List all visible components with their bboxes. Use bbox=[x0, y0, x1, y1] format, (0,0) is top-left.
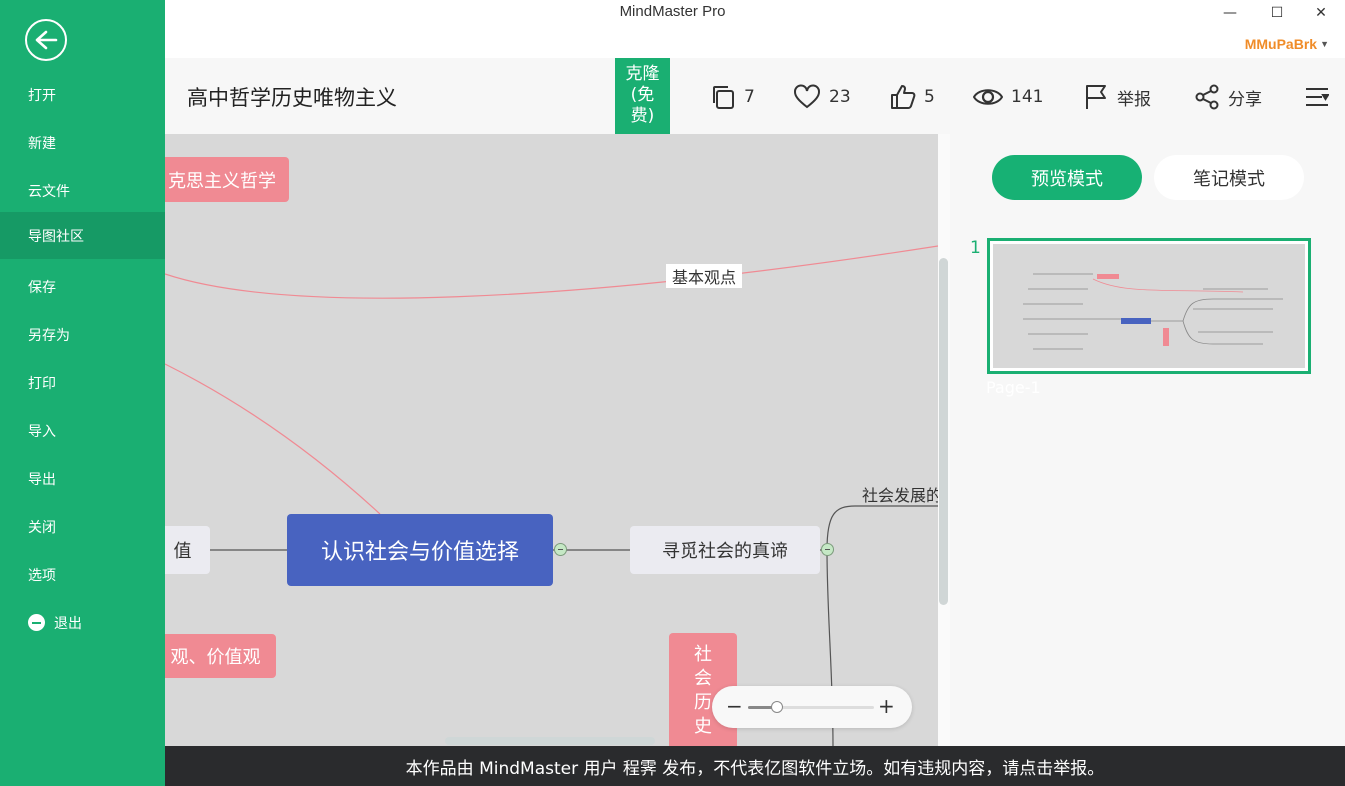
sidebar-item-label: 导入 bbox=[28, 423, 56, 440]
share-icon bbox=[1195, 84, 1219, 110]
sidebar-item-import[interactable]: 导入 bbox=[0, 407, 165, 454]
zoom-out-button[interactable]: − bbox=[726, 694, 743, 718]
eye-icon bbox=[973, 89, 1003, 105]
sidebar-item-label: 打印 bbox=[28, 375, 56, 392]
sidebar-item-options[interactable]: 选项 bbox=[0, 551, 165, 598]
clone-label-line: 费) bbox=[630, 106, 655, 126]
sidebar-item-save-as[interactable]: 另存为 bbox=[0, 311, 165, 358]
menu-icon bbox=[1306, 88, 1329, 106]
sidebar-item-new[interactable]: 新建 bbox=[0, 119, 165, 166]
close-button[interactable]: ✕ bbox=[1301, 0, 1341, 26]
sidebar-item-label: 云文件 bbox=[28, 183, 70, 200]
connector-lines bbox=[165, 245, 938, 746]
thumbs-up-icon bbox=[891, 85, 916, 109]
sidebar-item-label: 导出 bbox=[28, 471, 56, 488]
username-label: MMuPaBrk bbox=[1244, 36, 1318, 52]
report-label: 举报 bbox=[1117, 89, 1151, 110]
sidebar-item-community[interactable]: 导图社区 bbox=[0, 212, 165, 259]
share-label: 分享 bbox=[1228, 89, 1262, 110]
title-bar: MindMaster Pro — ☐ ✕ MMuPaBrk ▼ bbox=[0, 0, 1345, 58]
copies-count: 7 bbox=[744, 87, 755, 107]
clone-free-button[interactable]: 克隆 (免 费) bbox=[615, 58, 670, 134]
sidebar-item-export[interactable]: 导出 bbox=[0, 455, 165, 502]
app-window: MindMaster Pro — ☐ ✕ MMuPaBrk ▼ 打开 新建 云文件… bbox=[0, 0, 1345, 786]
page-thumbnail-preview bbox=[993, 244, 1305, 368]
sidebar-item-exit[interactable]: 退出 bbox=[0, 599, 165, 646]
sidebar-item-label: 关闭 bbox=[28, 519, 56, 536]
sidebar-item-label: 选项 bbox=[28, 567, 56, 584]
more-menu-button[interactable] bbox=[1305, 82, 1337, 112]
sidebar-item-label: 导图社区 bbox=[28, 228, 84, 245]
page-thumbnail[interactable] bbox=[987, 238, 1311, 374]
back-button[interactable] bbox=[25, 19, 67, 61]
note-mode-button[interactable]: 笔记模式 bbox=[1154, 155, 1304, 200]
sidebar-item-open[interactable]: 打开 bbox=[0, 71, 165, 118]
maximize-button[interactable]: ☐ bbox=[1257, 0, 1297, 26]
right-panel: 预览模式 笔记模式 1 Page-1 bbox=[950, 134, 1345, 746]
document-title: 高中哲学历史唯物主义 bbox=[187, 86, 397, 110]
sidebar-item-print[interactable]: 打印 bbox=[0, 359, 165, 406]
views-count: 141 bbox=[1011, 87, 1044, 107]
vertical-char: 史 bbox=[694, 716, 712, 737]
mindmap-label[interactable]: 社会发展的 bbox=[862, 482, 938, 506]
page-label: Page-1 bbox=[986, 378, 1041, 397]
mindmap-node[interactable]: 克思主义哲学 bbox=[165, 157, 289, 202]
views-stat: 141 bbox=[973, 82, 1043, 112]
vertical-char: 会 bbox=[694, 668, 712, 689]
zoom-control: − + bbox=[712, 686, 912, 728]
document-header: 高中哲学历史唯物主义 克隆 (免 费) 7 23 5 141 举报 分享 bbox=[165, 58, 1345, 134]
mindmap-canvas[interactable]: 克思主义哲学 基本观点 值 认识社会与价值选择 寻觅社会的真谛 社会发展的 观、… bbox=[165, 134, 938, 746]
thumbs-up-count: 5 bbox=[924, 87, 935, 107]
minimize-button[interactable]: — bbox=[1210, 0, 1250, 26]
arrow-left-icon bbox=[35, 30, 58, 50]
user-menu[interactable]: MMuPaBrk ▼ bbox=[1245, 36, 1329, 52]
likes-stat[interactable]: 23 bbox=[793, 82, 851, 112]
app-title: MindMaster Pro bbox=[619, 3, 726, 20]
copies-stat[interactable]: 7 bbox=[710, 82, 755, 112]
mindmap-node[interactable]: 观、价值观 bbox=[165, 634, 276, 678]
sidebar-item-label: 打开 bbox=[28, 87, 56, 104]
horizontal-scrollbar-thumb[interactable] bbox=[445, 737, 655, 745]
vertical-scrollbar-thumb[interactable] bbox=[939, 258, 948, 605]
sidebar-item-label: 新建 bbox=[28, 135, 56, 152]
clone-label-line: 克隆 bbox=[625, 64, 660, 84]
vertical-char: 社 bbox=[694, 644, 712, 665]
collapse-toggle[interactable] bbox=[821, 543, 834, 556]
mindmap-node[interactable]: 值 bbox=[165, 526, 210, 574]
central-topic-node[interactable]: 认识社会与价值选择 bbox=[287, 514, 553, 586]
sidebar-item-close[interactable]: 关闭 bbox=[0, 503, 165, 550]
report-button[interactable]: 举报 bbox=[1083, 82, 1151, 112]
likes-count: 23 bbox=[829, 87, 851, 107]
vertical-char: 历 bbox=[694, 692, 712, 713]
sidebar-item-cloud-files[interactable]: 云文件 bbox=[0, 167, 165, 214]
sidebar-item-label: 保存 bbox=[28, 279, 56, 296]
thumbnail-mindmap-image bbox=[1023, 273, 1283, 350]
collapse-toggle[interactable] bbox=[554, 543, 567, 556]
footer-notice[interactable]: 本作品由 MindMaster 用户 程霁 发布，不代表亿图软件立场。如有违规内… bbox=[165, 746, 1345, 786]
caret-down-icon: ▼ bbox=[1320, 39, 1329, 49]
sidebar: 打开 新建 云文件 导图社区 保存 另存为 打印 导入 导出 关闭 选项 退出 bbox=[0, 0, 165, 786]
zoom-in-button[interactable]: + bbox=[878, 694, 895, 718]
mindmap-node[interactable]: 寻觅社会的真谛 bbox=[630, 526, 820, 574]
zoom-slider-handle[interactable] bbox=[770, 701, 783, 713]
flag-icon bbox=[1086, 85, 1106, 109]
thumbs-up-stat[interactable]: 5 bbox=[890, 82, 935, 112]
sidebar-item-save[interactable]: 保存 bbox=[0, 263, 165, 310]
preview-mode-button[interactable]: 预览模式 bbox=[992, 155, 1142, 200]
clone-label-line: (免 bbox=[630, 85, 655, 105]
sidebar-item-label: 退出 bbox=[54, 615, 82, 632]
share-button[interactable]: 分享 bbox=[1194, 82, 1262, 112]
heart-icon bbox=[794, 84, 820, 109]
minus-circle-icon bbox=[28, 614, 45, 631]
mindmap-label[interactable]: 基本观点 bbox=[666, 264, 743, 288]
page-number: 1 bbox=[970, 238, 981, 258]
sidebar-item-label: 另存为 bbox=[28, 327, 70, 344]
copy-icon bbox=[713, 86, 734, 109]
